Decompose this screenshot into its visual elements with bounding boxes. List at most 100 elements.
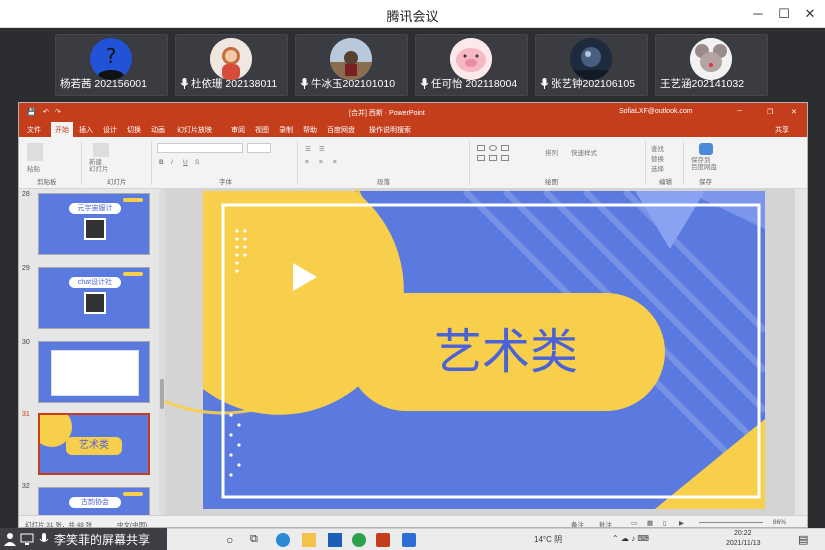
weather[interactable]: 14°C 阴: [534, 534, 562, 545]
tab-slideshow[interactable]: 幻灯片放映: [177, 125, 212, 135]
maximize-button[interactable]: ☐: [774, 4, 794, 24]
quick-styles-button[interactable]: 快速样式: [571, 147, 597, 157]
language-indicator: 中文(中国): [117, 522, 148, 528]
slide-thumbnail[interactable]: chat设计社: [38, 267, 150, 329]
slide-thumbnail[interactable]: [38, 341, 150, 403]
tab-animations[interactable]: 动画: [151, 125, 165, 135]
participant-name: 任可怡 202118004: [420, 76, 517, 91]
italic-button[interactable]: I: [171, 159, 173, 166]
align-center-button[interactable]: ≡: [319, 159, 323, 166]
participant-name: 王艺涵202141032: [660, 78, 745, 90]
clock-date[interactable]: 2021/11/13: [726, 540, 761, 547]
powerpoint-icon[interactable]: [376, 533, 390, 547]
participant-tile[interactable]: 王艺涵202141032: [655, 34, 768, 96]
tencent-meeting-icon[interactable]: [402, 533, 416, 547]
replace-button[interactable]: 替换: [651, 153, 664, 163]
sorter-view-icon[interactable]: ▦: [647, 519, 653, 527]
paste-button[interactable]: 粘贴: [27, 163, 40, 173]
slide-title[interactable]: 艺术类: [347, 293, 665, 411]
bold-button[interactable]: B: [159, 159, 164, 166]
comments-button[interactable]: 批注: [599, 519, 612, 527]
new-slide-icon[interactable]: [93, 143, 109, 157]
tab-help[interactable]: 帮助: [303, 125, 317, 135]
tab-design[interactable]: 设计: [103, 125, 117, 135]
tab-record[interactable]: 录制: [279, 125, 293, 135]
tab-transitions[interactable]: 切换: [127, 125, 141, 135]
task-view-icon[interactable]: ⧉: [250, 533, 264, 547]
shape-oval-icon[interactable]: [489, 145, 497, 151]
participant-tile[interactable]: 牛冰玉202101010: [295, 34, 408, 96]
file-explorer-icon[interactable]: [302, 533, 316, 547]
baidu-cloud-icon[interactable]: [699, 143, 713, 155]
slide-thumbnail-selected[interactable]: 艺术类: [38, 413, 150, 475]
numbering-button[interactable]: ☰: [319, 145, 325, 153]
search-icon[interactable]: ○: [226, 533, 240, 547]
shape-star-icon[interactable]: [501, 155, 509, 161]
new-slide-button[interactable]: 新建 幻灯片: [89, 159, 109, 173]
edge-icon[interactable]: [276, 533, 290, 547]
close-button[interactable]: ✕: [800, 4, 820, 24]
ppt-minimize-button[interactable]: ─: [737, 108, 742, 115]
underline-button[interactable]: U: [183, 159, 188, 166]
save-baidu-button[interactable]: 保存到 百度网盘: [691, 157, 717, 171]
shape-triangle-icon[interactable]: [477, 155, 485, 161]
font-size-select[interactable]: [247, 143, 271, 153]
select-button[interactable]: 选择: [651, 163, 664, 173]
chrome-icon[interactable]: [352, 533, 366, 547]
participant-tile[interactable]: 张艺钟202106105: [535, 34, 648, 96]
avatar: [210, 38, 252, 80]
participant-tile[interactable]: 任可怡 202118004: [415, 34, 528, 96]
shape-line-icon[interactable]: [501, 145, 509, 151]
zoom-level[interactable]: 86%: [773, 519, 786, 526]
shape-arrow-icon[interactable]: [489, 155, 497, 161]
notification-icon[interactable]: ▤: [798, 533, 812, 547]
save-icon[interactable]: 💾: [27, 108, 36, 116]
redo-icon[interactable]: ↷: [55, 108, 61, 116]
align-left-button[interactable]: ≡: [305, 159, 309, 166]
monitor-icon: [20, 533, 34, 545]
ppt-restore-button[interactable]: ❐: [767, 108, 773, 116]
participant-tile[interactable]: 杜依珊 202138011: [175, 34, 288, 96]
tab-insert[interactable]: 插入: [79, 125, 93, 135]
reading-view-icon[interactable]: ▯: [663, 519, 667, 527]
shadow-button[interactable]: S: [195, 159, 199, 166]
slide-thumbnail[interactable]: 古韵协会: [38, 487, 150, 515]
font-name-select[interactable]: [157, 143, 243, 153]
screen-share-indicator[interactable]: 李笑菲的屏幕共享: [0, 528, 167, 550]
account-email[interactable]: SofiaLXF@outlook.com: [619, 108, 693, 115]
shape-rect-icon[interactable]: [477, 145, 485, 151]
share-button[interactable]: 共享: [775, 125, 789, 135]
normal-view-icon[interactable]: ▭: [631, 519, 637, 527]
canvas-scrollbar[interactable]: [795, 189, 801, 515]
arrange-button[interactable]: 排列: [545, 147, 558, 157]
mail-icon[interactable]: [328, 533, 342, 547]
notes-button[interactable]: 备注: [571, 519, 584, 527]
tray-icons[interactable]: ⌃ ☁ ♪ ⌨: [612, 534, 649, 543]
clock-time[interactable]: 20:22: [734, 530, 752, 537]
zoom-slider[interactable]: [699, 522, 763, 523]
avatar: [690, 38, 732, 80]
tab-review[interactable]: 审阅: [231, 125, 245, 135]
tab-view[interactable]: 视图: [255, 125, 269, 135]
undo-icon[interactable]: ↶: [43, 108, 49, 116]
tab-file[interactable]: 文件: [27, 125, 41, 135]
mic-icon: [180, 78, 189, 89]
minimize-button[interactable]: ─: [748, 4, 768, 24]
slideshow-icon[interactable]: ▶: [679, 519, 684, 527]
ppt-close-button[interactable]: ✕: [791, 108, 797, 116]
find-button[interactable]: 查找: [651, 143, 664, 153]
group-paragraph: 段落: [377, 179, 390, 186]
participant-tile[interactable]: ? 杨若茜 202156001: [55, 34, 168, 96]
align-right-button[interactable]: ≡: [333, 159, 337, 166]
group-slides: 幻灯片: [107, 179, 127, 186]
slide-canvas[interactable]: 艺术类: [69, 107, 801, 515]
screen: 腾讯会议 ─ ☐ ✕ ? 杨若茜 202156001 杜依珊 202138011…: [0, 0, 825, 550]
thumb-content-table: [51, 350, 139, 396]
paste-icon[interactable]: [27, 143, 43, 161]
tab-baidu[interactable]: 百度网盘: [327, 125, 355, 135]
tab-home[interactable]: 开始: [51, 122, 73, 137]
thumb-number: 30: [22, 339, 30, 346]
slide-thumbnail[interactable]: 元宇宙服计: [38, 193, 150, 255]
tell-me-search[interactable]: 操作说明搜索: [369, 125, 411, 135]
bullets-button[interactable]: ☰: [305, 145, 311, 153]
